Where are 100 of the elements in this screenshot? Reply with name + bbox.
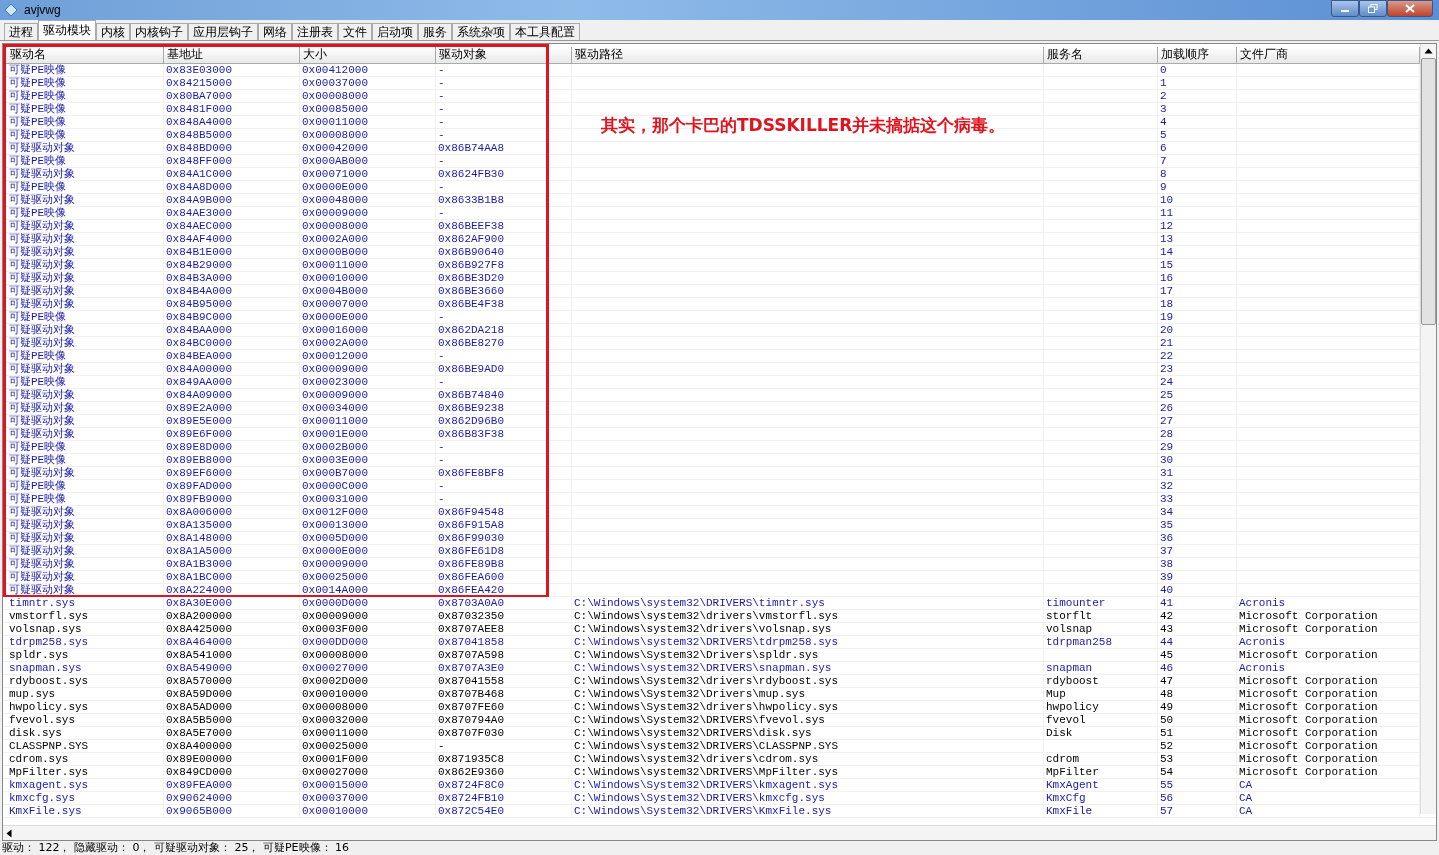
table-cell: KmxAgent [1046, 779, 1099, 791]
table-cell: 0x86B927F8 [438, 259, 504, 271]
table-cell: 可疑驱动对象 [9, 285, 75, 297]
up-arrow-icon [1424, 48, 1433, 54]
table-cell: 51 [1160, 727, 1174, 739]
table-cell: 0x0003E000 [302, 454, 368, 466]
column-header[interactable]: 服务名 [1044, 47, 1158, 63]
table-cell: 0x87041558 [438, 675, 504, 687]
table-cell: 可疑PE映像 [9, 116, 67, 128]
table-cell: 0x84B9C000 [166, 311, 232, 323]
table-cell: 0x86B74AA8 [438, 142, 504, 154]
table-cell: 0x8A1A5000 [166, 545, 232, 557]
table-cell: C:\Windows\System32\drivers\hwpolicy.sys [574, 701, 839, 713]
table-cell: 57 [1160, 805, 1174, 817]
table-cell: 0x00023000 [302, 376, 368, 388]
table-cell: 可疑驱动对象 [9, 246, 75, 258]
tab[interactable]: 文件 [338, 23, 372, 40]
tab[interactable]: 内核 [96, 23, 130, 40]
table-cell: 0x0000C000 [302, 480, 368, 492]
table-cell: 21 [1160, 337, 1174, 349]
vertical-scrollbar[interactable] [1420, 44, 1436, 814]
table-cell: volsnap [1046, 623, 1093, 635]
table-cell: 0x000AB000 [302, 155, 368, 167]
table-cell: - [438, 441, 445, 453]
close-icon [1405, 4, 1415, 13]
table-cell: 可疑驱动对象 [9, 363, 75, 375]
table-cell: 0x89E6F000 [166, 428, 232, 440]
table-cell: 52 [1160, 740, 1174, 752]
tab[interactable]: 注册表 [292, 23, 338, 40]
table-cell: 19 [1160, 311, 1174, 323]
table-cell: C:\Windows\System32\DRIVERS\kmxagent.sys [574, 779, 839, 791]
maximize-button[interactable] [1359, 0, 1387, 17]
table-cell: C:\Windows\system32\DRIVERS\MpFilter.sys [574, 766, 839, 778]
table-cell: Microsoft Corporation [1239, 623, 1378, 635]
table-cell: 0x00010000 [302, 272, 368, 284]
table-cell: 可疑驱动对象 [9, 467, 75, 479]
tab[interactable]: 进程 [4, 23, 38, 40]
table-cell: C:\Windows\system32\DRIVERS\CLASSPNP.SYS [574, 740, 839, 752]
minimize-button[interactable] [1331, 0, 1359, 17]
column-header[interactable]: 加载顺序 [1158, 47, 1237, 63]
table-cell: 0x89EB8000 [166, 454, 232, 466]
tab[interactable]: 驱动模块 [38, 20, 96, 40]
table-cell: 0x8A464000 [166, 636, 232, 648]
status-text: 驱动： 122， 隐藏驱动： 0， 可疑驱动对象： 25， 可疑PE映像： 16 [2, 841, 350, 854]
table-cell: 0x0000E000 [302, 311, 368, 323]
tab[interactable]: 系统杂项 [452, 23, 510, 40]
table-cell: 7 [1160, 155, 1167, 167]
table-cell: C:\Windows\System32\Drivers\mup.sys [574, 688, 806, 700]
table-cell: 0x00007000 [302, 298, 368, 310]
table-cell: 0x00037000 [302, 792, 368, 804]
tab[interactable]: 服务 [418, 23, 452, 40]
table-cell: 0x00042000 [302, 142, 368, 154]
table-cell: 45 [1160, 649, 1174, 661]
table-cell: 0x89E2A000 [166, 402, 232, 414]
table-cell: 0x00071000 [302, 168, 368, 180]
close-button[interactable] [1387, 0, 1433, 17]
table-cell: 0x8A400000 [166, 740, 232, 752]
table-cell: 0x00037000 [302, 77, 368, 89]
table-cell: 0x00085000 [302, 103, 368, 115]
table-cell: 可疑驱动对象 [9, 558, 75, 570]
table-cell: 0x00027000 [302, 662, 368, 674]
table-cell: 0x84B1E000 [166, 246, 232, 258]
table-cell: 0x86BE3D20 [438, 272, 504, 284]
table-cell: kmxagent.sys [9, 779, 89, 791]
table-cell: 8 [1160, 168, 1167, 180]
scroll-thumb[interactable] [1421, 58, 1436, 325]
table-cell: 0x00011000 [302, 116, 368, 128]
table-cell: tdrpm258.sys [9, 636, 89, 648]
table-cell: 可疑驱动对象 [9, 532, 75, 544]
table-cell: 可疑PE映像 [9, 181, 67, 193]
table-cell: - [438, 480, 445, 492]
table-cell: 6 [1160, 142, 1167, 154]
table-cell: 0x00009000 [302, 363, 368, 375]
tab[interactable]: 启动项 [372, 23, 418, 40]
table-cell: kmxcfg.sys [9, 792, 75, 804]
table-cell: 0x84BC0000 [166, 337, 232, 349]
table-cell: disk.sys [9, 727, 62, 739]
table-cell: 可疑驱动对象 [9, 428, 75, 440]
table-cell: 0x8A541000 [166, 649, 232, 661]
table-cell: 0x8707A598 [438, 649, 504, 661]
table-cell: 14 [1160, 246, 1174, 258]
table-cell: 0x89FAD000 [166, 480, 232, 492]
tab[interactable]: 内核钩子 [130, 23, 188, 40]
table-cell: - [438, 90, 445, 102]
table-cell: 0x00008000 [302, 701, 368, 713]
table-cell: 0x86BE9238 [438, 402, 504, 414]
table-cell: 可疑驱动对象 [9, 298, 75, 310]
table-cell: 0x86F99030 [438, 532, 504, 544]
table-cell: 0x84BEA000 [166, 350, 232, 362]
table-cell: 0x00010000 [302, 805, 368, 817]
table-cell: 0 [1160, 64, 1167, 76]
horizontal-scrollbar[interactable] [3, 825, 1436, 840]
table-cell: - [438, 311, 445, 323]
table-cell: - [438, 64, 445, 76]
tab[interactable]: 网络 [258, 23, 292, 40]
table-cell: tdrpman258 [1046, 636, 1112, 648]
column-header[interactable]: 驱动路径 [572, 47, 1044, 63]
tab[interactable]: 本工具配置 [510, 23, 580, 40]
table-cell: 27 [1160, 415, 1174, 427]
tab[interactable]: 应用层钩子 [188, 23, 258, 40]
